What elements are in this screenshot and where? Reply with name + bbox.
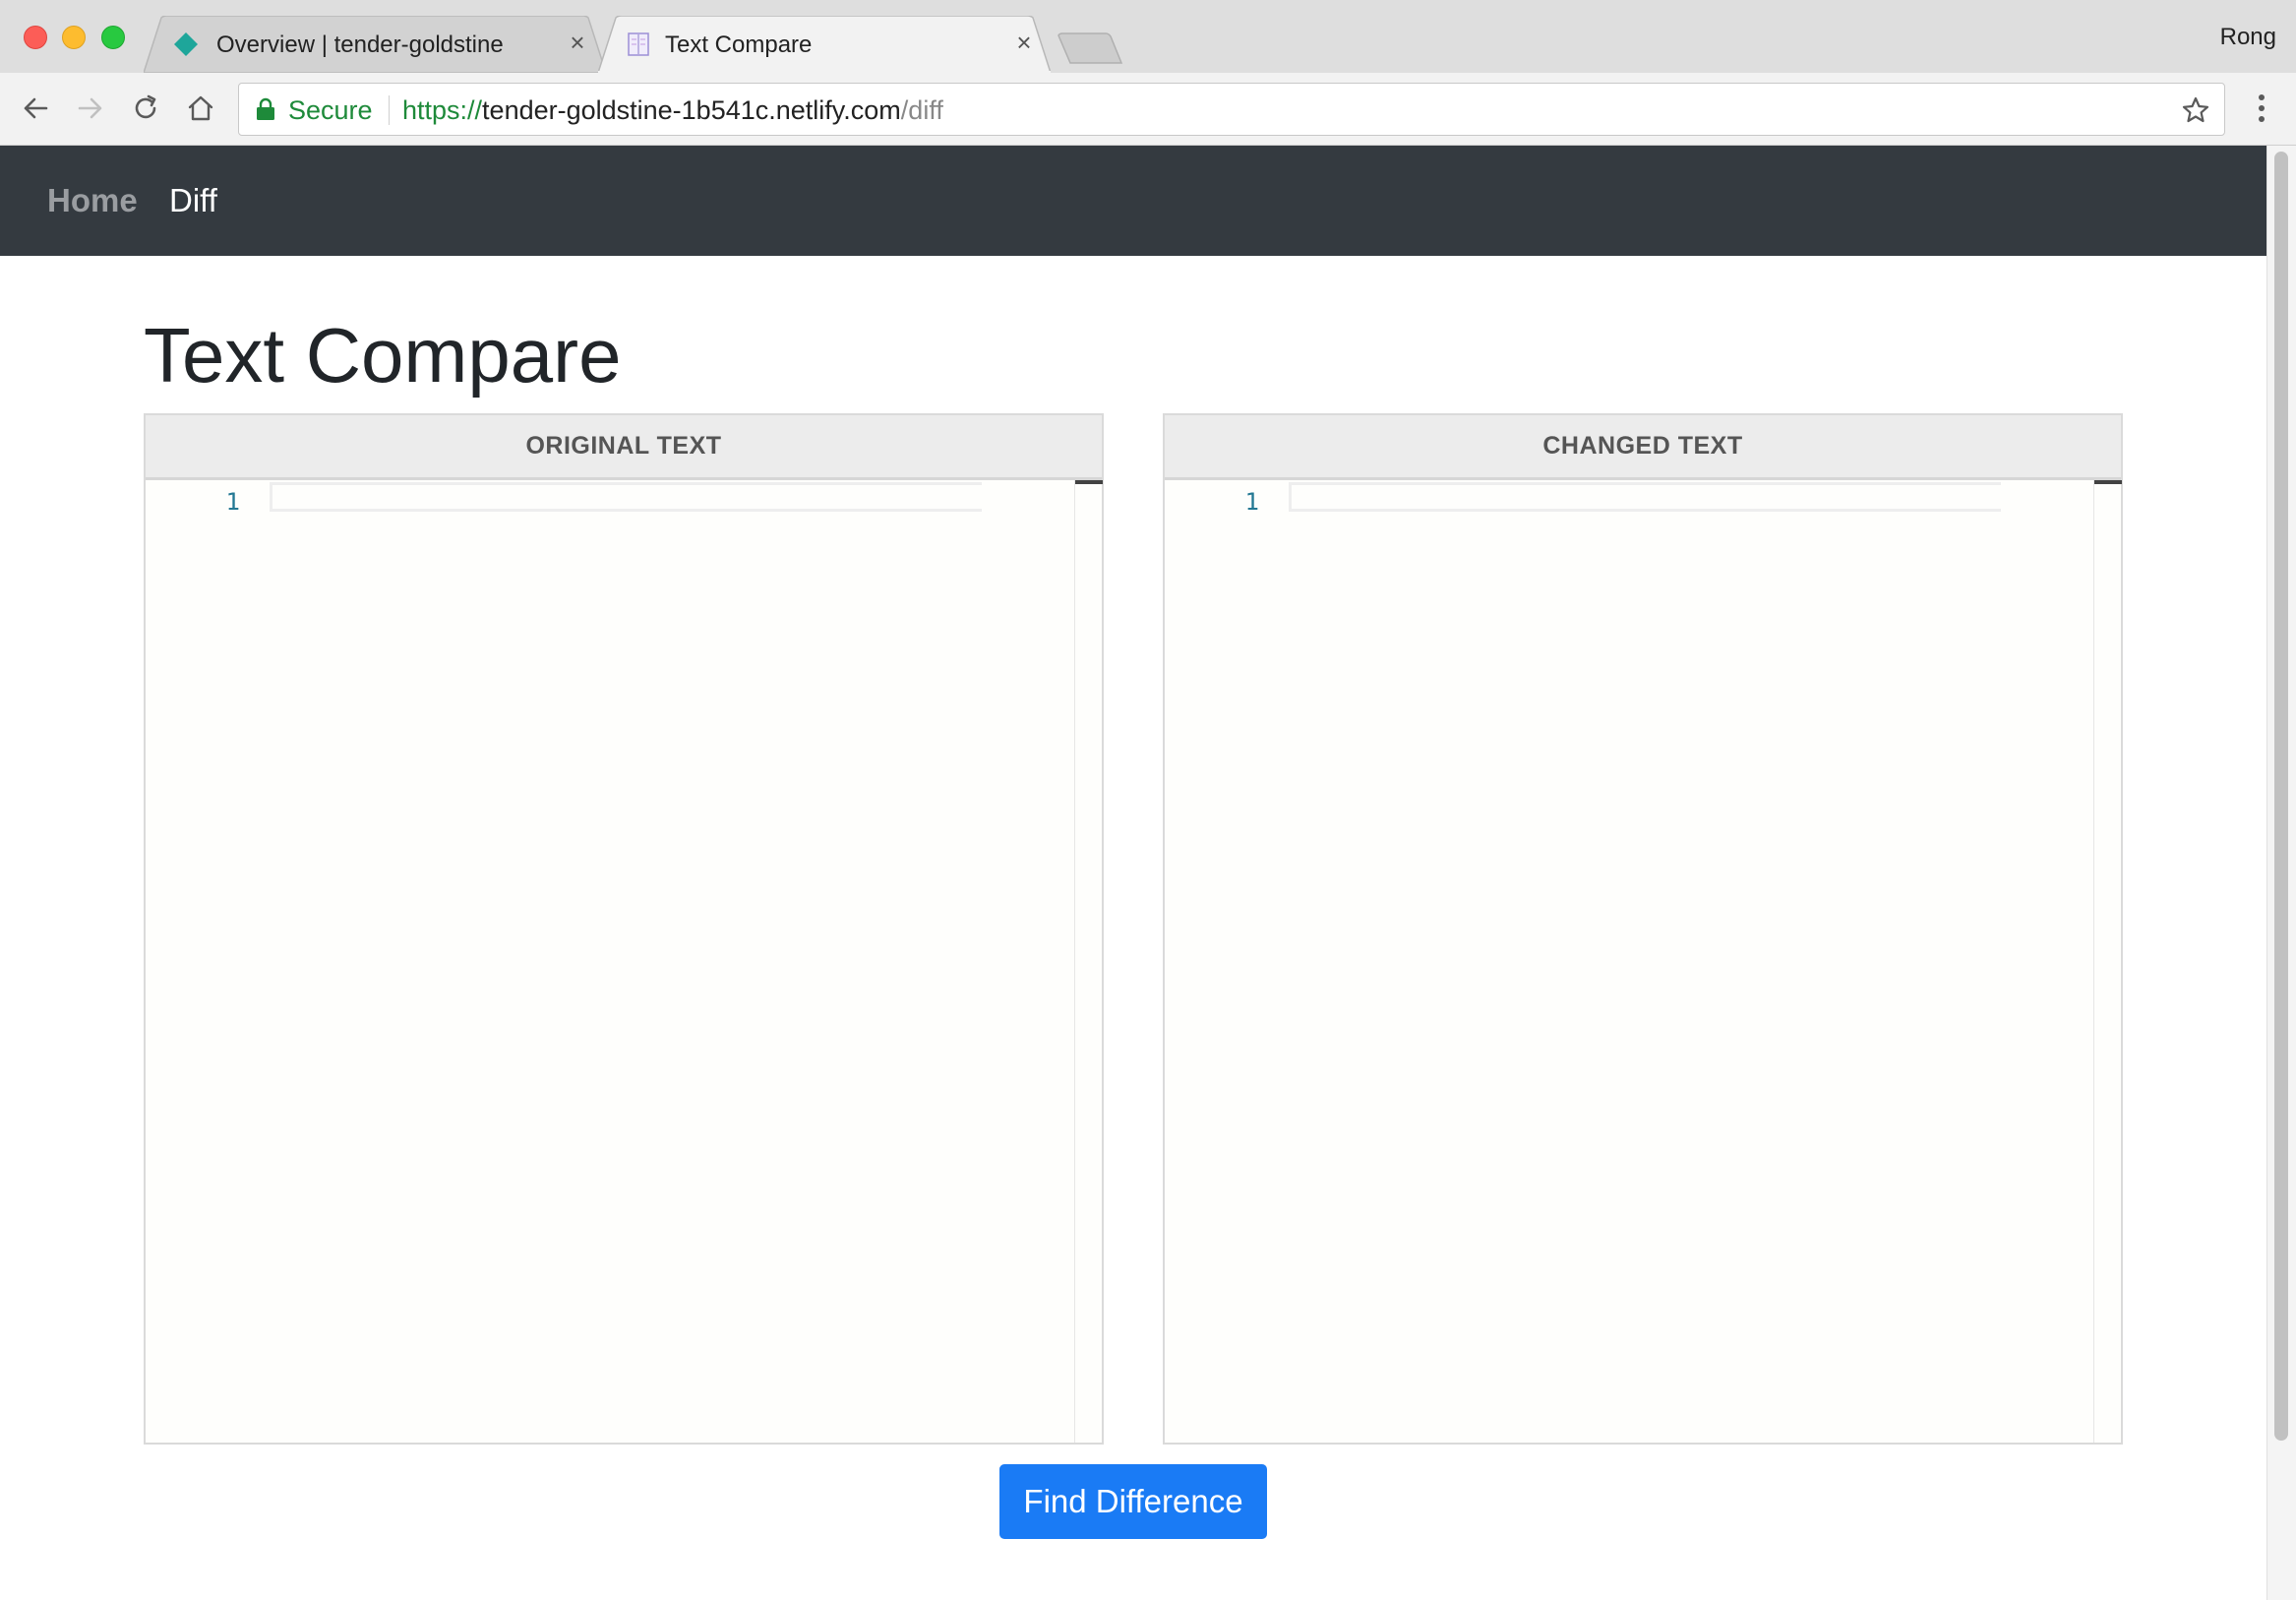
tab-close-icon[interactable]: ×: [1011, 30, 1037, 55]
editor-scrollbar[interactable]: [1074, 480, 1103, 1443]
page-icon: [628, 32, 649, 56]
minimize-window-button[interactable]: [62, 26, 86, 49]
original-text-header: ORIGINAL TEXT: [146, 415, 1102, 480]
nav-link-diff[interactable]: Diff: [169, 181, 217, 220]
tab-close-icon[interactable]: ×: [565, 30, 590, 55]
scrollbar-marker: [1075, 480, 1103, 484]
home-button[interactable]: [181, 89, 220, 128]
menu-dots-icon[interactable]: [2247, 91, 2276, 126]
original-text-editor[interactable]: 1: [146, 480, 1103, 1443]
original-text-panel: ORIGINAL TEXT 1: [144, 413, 1104, 1445]
new-tab-button[interactable]: [1057, 31, 1125, 65]
changed-text-header: CHANGED TEXT: [1165, 415, 2121, 480]
secure-label: Secure: [288, 95, 373, 125]
back-button[interactable]: [16, 89, 55, 128]
changed-text-panel: CHANGED TEXT 1: [1163, 413, 2123, 1445]
tab-text-compare[interactable]: Text Compare ×: [598, 16, 1051, 73]
reload-button[interactable]: [126, 89, 165, 128]
scrollbar-marker: [2094, 480, 2122, 484]
find-difference-button[interactable]: Find Difference: [999, 1464, 1267, 1539]
forward-arrow-icon: [78, 97, 102, 119]
tab-title: Overview | tender-goldstine-1b: [216, 31, 504, 58]
page-viewport: Home Diff Text Compare ORIGINAL TEXT 1 C…: [0, 146, 2296, 1600]
url-scheme: https://: [402, 95, 483, 125]
editor-scrollbar[interactable]: [2093, 480, 2122, 1443]
star-icon[interactable]: [2181, 95, 2210, 125]
home-icon: [188, 95, 213, 121]
scrollbar-thumb[interactable]: [2274, 152, 2288, 1441]
page-scrollbar[interactable]: [2266, 146, 2296, 1600]
changed-text-editor[interactable]: 1: [1165, 480, 2122, 1443]
url-path: /diff: [900, 95, 943, 125]
line-number: 1: [225, 488, 240, 516]
reload-icon: [135, 94, 156, 119]
page-title: Text Compare: [144, 312, 622, 399]
current-line-highlight: [1289, 482, 2001, 512]
lock-icon: [257, 97, 274, 120]
browser-tab-bar: Overview | tender-goldstine-1b × Text Co…: [0, 0, 2296, 73]
netlify-diamond-icon: [174, 32, 198, 56]
forward-button[interactable]: [71, 89, 110, 128]
omnibox-separator: [389, 95, 390, 125]
nav-link-home[interactable]: Home: [47, 181, 138, 220]
url-host: tender-goldstine-1b541c.netlify.com: [482, 95, 901, 125]
current-line-highlight: [270, 482, 982, 512]
zoom-window-button[interactable]: [101, 26, 125, 49]
url-text[interactable]: https://tender-goldstine-1b541c.netlify.…: [402, 96, 943, 124]
line-number: 1: [1244, 488, 1259, 516]
back-arrow-icon: [24, 97, 48, 119]
address-bar[interactable]: Secure https://tender-goldstine-1b541c.n…: [238, 83, 2225, 136]
tab-overview[interactable]: Overview | tender-goldstine-1b ×: [144, 16, 606, 73]
close-window-button[interactable]: [24, 26, 47, 49]
tab-title: Text Compare: [665, 31, 813, 58]
profile-name[interactable]: Rong: [2220, 24, 2276, 51]
site-navbar: Home Diff: [0, 146, 2266, 256]
browser-toolbar: Secure https://tender-goldstine-1b541c.n…: [0, 73, 2296, 146]
